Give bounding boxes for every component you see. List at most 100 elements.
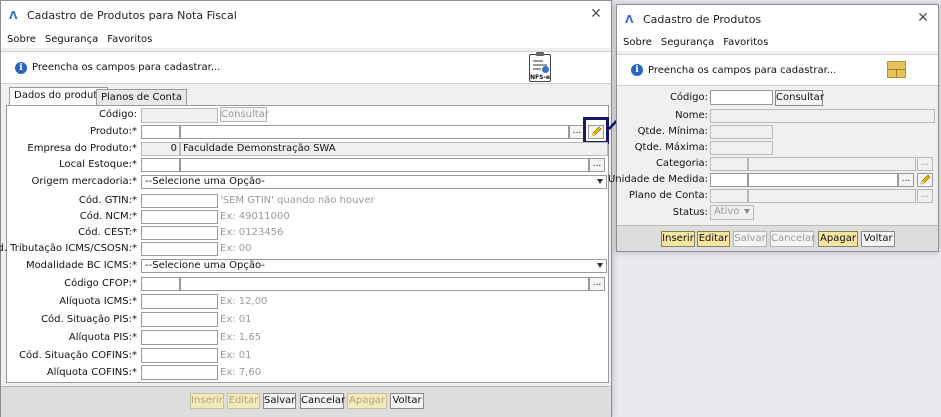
situacao-cofins-hint: Ex: 01 bbox=[220, 350, 252, 361]
inserir-button[interactable]: Inserir bbox=[661, 231, 695, 247]
info-icon: i bbox=[631, 64, 643, 76]
tributacao-label: Cód. Tributação ICMS/CSOSN:* bbox=[0, 243, 137, 254]
ncm-label: Cód. NCM:* bbox=[79, 211, 137, 222]
close-icon[interactable]: ✕ bbox=[916, 11, 930, 25]
cancelar-button[interactable]: Cancelar bbox=[300, 393, 345, 409]
menu-bar: Sobre Segurança Favoritos bbox=[617, 33, 938, 51]
menu-favoritos[interactable]: Favoritos bbox=[723, 37, 768, 48]
qtde-maxima-input[interactable] bbox=[710, 141, 773, 155]
info-text: Preencha os campos para cadastrar... bbox=[648, 64, 837, 76]
tab-planos-conta[interactable]: Planos de Conta bbox=[96, 89, 187, 106]
editar-button[interactable]: Editar bbox=[697, 231, 730, 247]
chevron-down-icon bbox=[597, 263, 603, 268]
form-panel bbox=[617, 87, 938, 225]
codigo-label: Código: bbox=[98, 109, 137, 120]
salvar-button[interactable]: Salvar bbox=[733, 231, 767, 247]
chevron-down-icon bbox=[597, 179, 603, 184]
unidade-edit-pencil-icon[interactable] bbox=[917, 173, 933, 187]
aliquota-icms-label: Alíquota ICMS:* bbox=[59, 296, 137, 307]
voltar-button[interactable]: Voltar bbox=[390, 393, 424, 409]
codigo-input[interactable] bbox=[141, 108, 218, 123]
produto-label: Produto:* bbox=[90, 126, 137, 137]
inserir-button[interactable]: Inserir bbox=[190, 393, 224, 409]
aliquota-cofins-input[interactable] bbox=[141, 365, 218, 380]
gtin-hint: 'SEM GTIN' quando não houver bbox=[220, 195, 375, 206]
tributacao-hint: Ex: 00 bbox=[220, 243, 252, 254]
consultar-button[interactable]: Consultar bbox=[775, 90, 824, 106]
local-estoque-name-input[interactable] bbox=[180, 158, 589, 172]
tributacao-input[interactable] bbox=[141, 242, 218, 256]
highlight-box bbox=[583, 117, 609, 144]
qtde-minima-input[interactable] bbox=[710, 125, 773, 139]
modalidade-selected: --Selecione uma Opção- bbox=[145, 260, 265, 271]
qtde-maxima-label: Qtde. Máxima: bbox=[634, 142, 708, 153]
situacao-pis-label: Cód. Situação PIS:* bbox=[41, 314, 137, 325]
window-title: Cadastro de Produtos bbox=[643, 13, 762, 26]
salvar-button[interactable]: Salvar bbox=[263, 393, 296, 409]
gtin-input[interactable] bbox=[141, 194, 218, 208]
local-estoque-code-input[interactable] bbox=[141, 158, 180, 172]
nfse-document-icon: NFS-e bbox=[529, 52, 551, 82]
unidade-name-input[interactable] bbox=[748, 173, 898, 187]
tab-dados-produto[interactable]: Dados do produto bbox=[9, 87, 109, 106]
local-estoque-label: Local Estoque:* bbox=[59, 159, 137, 170]
menu-sobre[interactable]: Sobre bbox=[623, 37, 652, 48]
plano-conta-name-input[interactable] bbox=[748, 189, 916, 203]
plano-conta-label: Plano de Conta: bbox=[628, 190, 708, 201]
empresa-code-input[interactable]: 0 bbox=[141, 142, 180, 156]
unidade-code-input[interactable] bbox=[710, 173, 748, 187]
categoria-code-input[interactable] bbox=[710, 157, 748, 171]
unidade-lookup-button[interactable]: ... bbox=[898, 173, 914, 187]
plano-conta-lookup-button[interactable]: ... bbox=[917, 189, 933, 203]
cest-input[interactable] bbox=[141, 226, 218, 240]
cancelar-button[interactable]: Cancelar bbox=[770, 231, 815, 247]
situacao-pis-input[interactable] bbox=[141, 312, 218, 327]
info-bar: i Preencha os campos para cadastrar... N… bbox=[1, 51, 611, 84]
ncm-input[interactable] bbox=[141, 210, 218, 224]
modalidade-label: Modalidade BC ICMS:* bbox=[25, 260, 137, 271]
situacao-pis-hint: Ex: 01 bbox=[220, 314, 252, 325]
categoria-lookup-button[interactable]: ... bbox=[917, 157, 933, 171]
cfop-lookup-button[interactable]: ... bbox=[589, 277, 605, 291]
aliquota-icms-input[interactable] bbox=[141, 294, 218, 309]
local-estoque-lookup-button[interactable]: ... bbox=[589, 158, 605, 172]
aliquota-cofins-label: Alíquota COFINS:* bbox=[46, 367, 137, 378]
package-icon bbox=[887, 61, 906, 78]
qtde-minima-label: Qtde. Mínima: bbox=[637, 126, 708, 137]
codigo-input[interactable] bbox=[710, 90, 773, 105]
product-window: Λ Cadastro de Produtos ✕ Sobre Segurança… bbox=[608, 4, 939, 252]
nome-input[interactable] bbox=[710, 109, 935, 123]
info-bar: i Preencha os campos para cadastrar... bbox=[617, 54, 938, 86]
aliquota-pis-input[interactable] bbox=[141, 330, 218, 345]
modalidade-select[interactable]: --Selecione uma Opção- bbox=[141, 259, 607, 273]
menu-seguranca[interactable]: Segurança bbox=[661, 37, 714, 48]
produto-code-input[interactable] bbox=[141, 125, 180, 139]
empresa-label: Empresa do Produto:* bbox=[27, 143, 137, 154]
menu-seguranca[interactable]: Segurança bbox=[45, 34, 98, 45]
gtin-label: Cód. GTIN:* bbox=[78, 195, 137, 206]
menu-favoritos[interactable]: Favoritos bbox=[107, 34, 152, 45]
apagar-button[interactable]: Apagar bbox=[347, 393, 387, 409]
close-icon[interactable]: ✕ bbox=[589, 7, 603, 21]
aliquota-pis-hint: Ex: 1,65 bbox=[220, 332, 262, 343]
plano-conta-code-input[interactable] bbox=[710, 189, 748, 203]
origem-label: Origem mercadoria:* bbox=[31, 176, 137, 187]
status-select[interactable]: Ativo bbox=[710, 205, 754, 220]
editar-button[interactable]: Editar bbox=[227, 393, 260, 409]
cfop-name-input[interactable] bbox=[180, 277, 589, 291]
consultar-button[interactable]: Consultar bbox=[220, 107, 269, 122]
cfop-code-input[interactable] bbox=[141, 277, 180, 291]
categoria-name-input[interactable] bbox=[748, 157, 916, 171]
codigo-label: Código: bbox=[669, 92, 708, 103]
app-logo-icon: Λ bbox=[9, 8, 18, 22]
menu-sobre[interactable]: Sobre bbox=[7, 34, 36, 45]
apagar-button[interactable]: Apagar bbox=[818, 231, 858, 247]
situacao-cofins-input[interactable] bbox=[141, 348, 218, 363]
empresa-name-input[interactable]: Faculdade Demonstração SWA bbox=[180, 142, 608, 156]
title-bar: Λ Cadastro de Produtos para Nota Fiscal … bbox=[1, 1, 611, 30]
produto-name-input[interactable] bbox=[180, 125, 569, 139]
voltar-button[interactable]: Voltar bbox=[861, 231, 895, 247]
cest-label: Cód. CEST:* bbox=[78, 227, 137, 238]
cest-hint: Ex: 0123456 bbox=[220, 227, 284, 238]
origem-select[interactable]: --Selecione uma Opção- bbox=[141, 175, 607, 189]
